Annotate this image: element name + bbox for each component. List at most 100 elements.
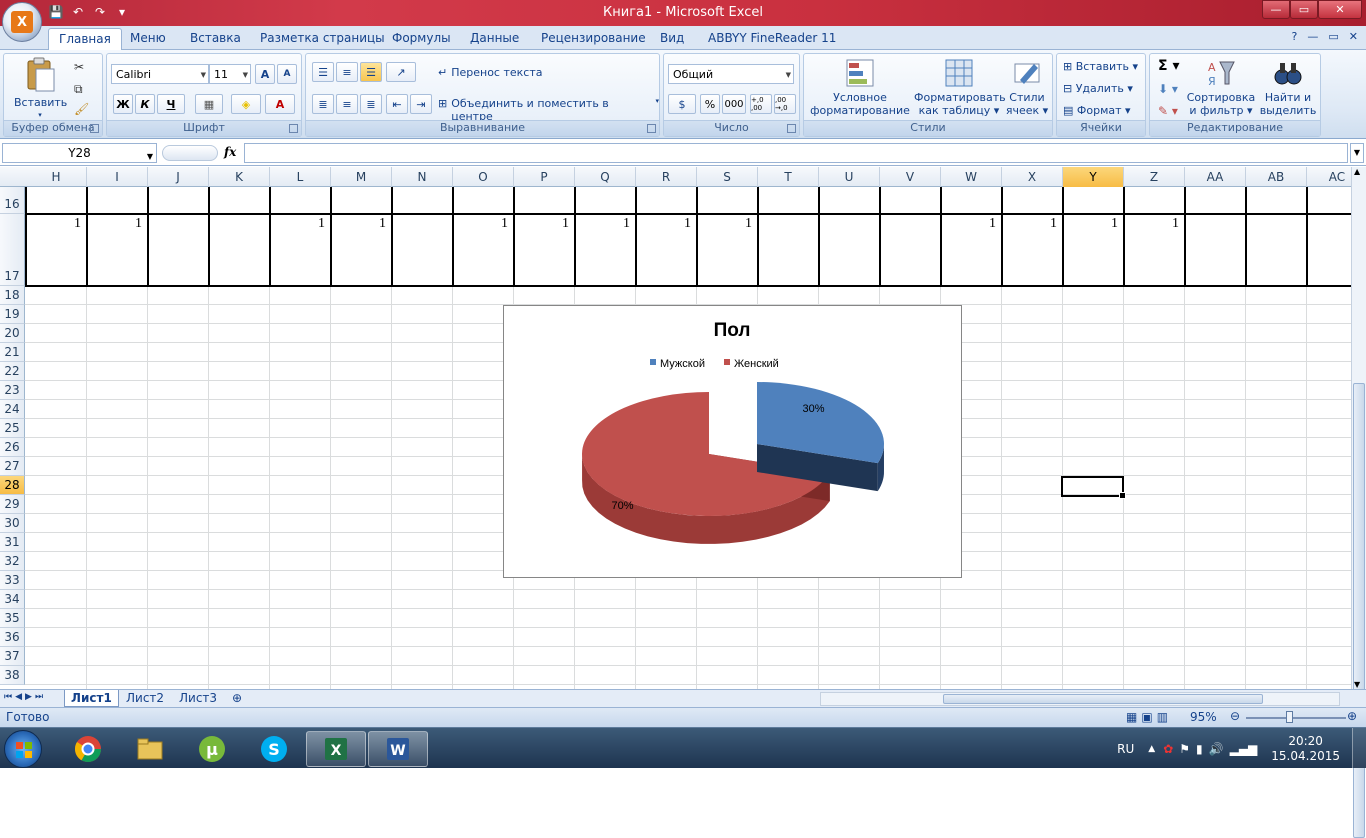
column-header-W[interactable]: W	[941, 167, 1002, 187]
column-header-L[interactable]: L	[270, 167, 331, 187]
cell-Z17[interactable]: 1	[1124, 216, 1179, 232]
horizontal-scroll-thumb[interactable]	[943, 694, 1263, 704]
align-top-icon[interactable]: ☰	[312, 62, 334, 82]
currency-icon[interactable]: $	[668, 94, 696, 114]
cell-S17[interactable]: 1	[697, 216, 752, 232]
close-button[interactable]: ✕	[1318, 0, 1362, 19]
row-header-21[interactable]: 21	[0, 343, 25, 362]
formula-input[interactable]	[244, 143, 1348, 163]
column-header-P[interactable]: P	[514, 167, 575, 187]
expand-formula-bar-icon[interactable]: ▼	[1350, 143, 1364, 163]
cell-L17[interactable]: 1	[270, 216, 325, 232]
bold-button[interactable]: Ж	[113, 94, 133, 114]
increase-indent-icon[interactable]: ⇥	[410, 94, 432, 114]
row-header-17[interactable]: 17	[0, 214, 25, 286]
taskbar-utorrent[interactable]: µ	[182, 731, 242, 767]
row-header-29[interactable]: 29	[0, 495, 25, 514]
tray-app-icon[interactable]: ✿	[1163, 742, 1173, 756]
row-header-20[interactable]: 20	[0, 324, 25, 343]
paste-button[interactable]: Вставить ▾	[14, 57, 67, 122]
row-header-23[interactable]: 23	[0, 381, 25, 400]
zoom-level[interactable]: 95%	[1190, 710, 1217, 724]
column-header-I[interactable]: I	[87, 167, 148, 187]
ribbon-minimize-icon[interactable]: —	[1307, 30, 1318, 43]
column-header-AB[interactable]: AB	[1246, 167, 1307, 187]
font-size-combo[interactable]: 11 ▼	[209, 64, 251, 84]
grow-font-button[interactable]: A	[255, 64, 275, 84]
insert-cells-button[interactable]: ⊞ Вставить ▾	[1063, 60, 1138, 73]
ribbon-restore-icon[interactable]: ▭	[1328, 30, 1338, 43]
column-header-N[interactable]: N	[392, 167, 453, 187]
dialog-launcher-icon[interactable]	[647, 124, 656, 133]
align-middle-icon[interactable]: ≡	[336, 62, 358, 82]
row-header-35[interactable]: 35	[0, 609, 25, 628]
help-icon[interactable]: ?	[1292, 30, 1298, 43]
row-header-30[interactable]: 30	[0, 514, 25, 533]
cell-O17[interactable]: 1	[453, 216, 508, 232]
taskbar-skype[interactable]: S	[244, 731, 304, 767]
align-bottom-icon[interactable]: ☰	[360, 62, 382, 82]
pie-chart[interactable]: Пол Мужской Женский 70% 30%	[503, 305, 962, 578]
row-header-38[interactable]: 38	[0, 666, 25, 685]
tray-expand-icon[interactable]: ▲	[1148, 744, 1155, 754]
dialog-launcher-icon[interactable]	[90, 124, 99, 133]
column-header-V[interactable]: V	[880, 167, 941, 187]
insert-function-button[interactable]: fx	[224, 145, 236, 159]
office-button[interactable]: X	[2, 2, 42, 42]
column-header-K[interactable]: K	[209, 167, 270, 187]
column-header-Y[interactable]: Y	[1063, 167, 1124, 187]
tray-flag-icon[interactable]: ⚑	[1179, 742, 1190, 756]
decrease-indent-icon[interactable]: ⇤	[386, 94, 408, 114]
name-box[interactable]: Y28 ▼	[2, 143, 157, 163]
page-break-view-icon[interactable]: ▥	[1157, 710, 1168, 724]
row-header-18[interactable]: 18	[0, 286, 25, 305]
column-header-Z[interactable]: Z	[1124, 167, 1185, 187]
scroll-down-icon[interactable]: ▼	[1354, 680, 1360, 689]
row-header-32[interactable]: 32	[0, 552, 25, 571]
row-header-22[interactable]: 22	[0, 362, 25, 381]
fill-color-icon[interactable]: ◈	[231, 94, 261, 114]
tab-view[interactable]: Вид	[660, 31, 684, 45]
increase-decimal-button[interactable]: +,0 ,00	[750, 94, 772, 114]
orientation-icon[interactable]: ↗	[386, 62, 416, 82]
network-signal-icon[interactable]: ▂▄▆	[1230, 742, 1258, 756]
sort-filter-button[interactable]: АЯ Сортировка и фильтр ▾	[1186, 58, 1256, 117]
row-header-27[interactable]: 27	[0, 457, 25, 476]
zoom-in-icon[interactable]: ⊕	[1347, 709, 1357, 723]
cell-M17[interactable]: 1	[331, 216, 386, 232]
autosum-icon[interactable]: Σ ▾	[1158, 58, 1179, 74]
font-color-icon[interactable]: A	[265, 94, 295, 114]
zoom-slider-thumb[interactable]	[1286, 711, 1293, 723]
row-header-26[interactable]: 26	[0, 438, 25, 457]
format-as-table-button[interactable]: Форматировать как таблицу ▾	[914, 58, 1006, 117]
column-header-X[interactable]: X	[1002, 167, 1063, 187]
zoom-out-icon[interactable]: ⊖	[1230, 709, 1240, 723]
row-header-24[interactable]: 24	[0, 400, 25, 419]
column-header-J[interactable]: J	[148, 167, 209, 187]
sheet-nav-icons[interactable]: ⏮◀▶⏭	[4, 692, 46, 702]
column-header-H[interactable]: H	[26, 167, 87, 187]
taskbar-chrome[interactable]	[58, 731, 118, 767]
cell-H17[interactable]: 1	[26, 216, 81, 232]
cell-P17[interactable]: 1	[514, 216, 569, 232]
row-header-25[interactable]: 25	[0, 419, 25, 438]
page-layout-view-icon[interactable]: ▣	[1141, 710, 1152, 724]
column-header-S[interactable]: S	[697, 167, 758, 187]
column-header-Q[interactable]: Q	[575, 167, 636, 187]
font-name-combo[interactable]: Calibri ▼	[111, 64, 209, 84]
column-header-U[interactable]: U	[819, 167, 880, 187]
vertical-scroll-thumb[interactable]	[1353, 383, 1365, 838]
cell-Y17[interactable]: 1	[1063, 216, 1118, 232]
cell-Q17[interactable]: 1	[575, 216, 630, 232]
align-right-icon[interactable]: ≣	[360, 94, 382, 114]
minimize-button[interactable]: —	[1262, 0, 1290, 19]
clock-date[interactable]: 15.04.2015	[1271, 749, 1340, 764]
underline-button[interactable]: Ч	[157, 94, 185, 114]
normal-view-icon[interactable]: ▦	[1126, 710, 1137, 724]
row-header-31[interactable]: 31	[0, 533, 25, 552]
clear-icon[interactable]: ✎ ▾	[1158, 104, 1178, 118]
horizontal-scrollbar[interactable]	[820, 692, 1340, 706]
vertical-scrollbar[interactable]: ▲ ▼	[1351, 167, 1366, 838]
row-header-16[interactable]: 16	[0, 187, 25, 214]
taskbar-word[interactable]: W	[368, 731, 428, 767]
